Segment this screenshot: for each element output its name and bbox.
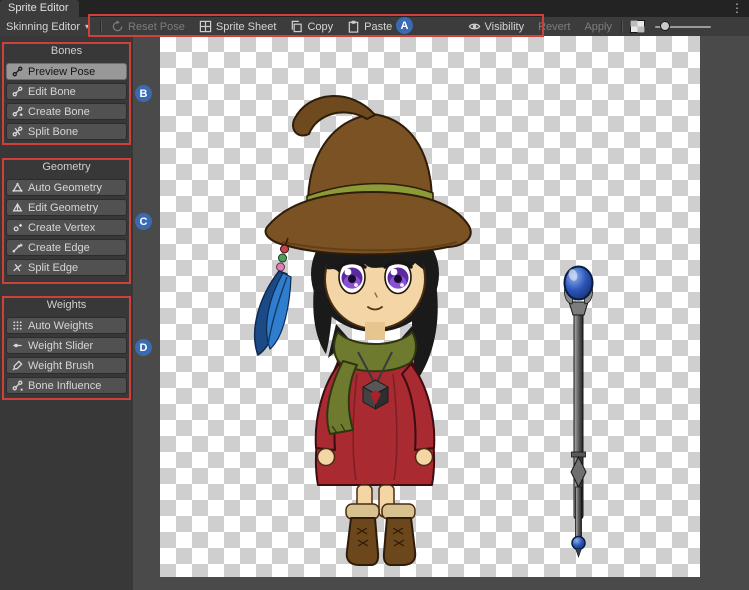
witch-hat xyxy=(266,96,471,254)
auto-weights-label: Auto Weights xyxy=(28,320,93,332)
toolbar-slider-knob[interactable] xyxy=(660,21,670,31)
create-edge-label: Create Edge xyxy=(28,242,90,254)
preview-pose-icon xyxy=(12,66,23,77)
weight-slider-button[interactable]: Weight Slider xyxy=(6,337,127,354)
create-vertex-icon xyxy=(12,222,23,233)
revert-label: Revert xyxy=(538,21,570,33)
bone-influence-button[interactable]: Bone Influence xyxy=(6,377,127,394)
split-edge-icon xyxy=(12,262,23,273)
create-bone-button[interactable]: Create Bone xyxy=(6,103,127,120)
staff-end-gem xyxy=(572,537,585,550)
toolbar-separator xyxy=(621,21,623,33)
copy-button[interactable]: Copy xyxy=(283,17,340,36)
left-tool-panel: Bones Preview Pose Edit Bone Create Bone xyxy=(0,36,133,590)
paste-button[interactable]: Paste xyxy=(340,17,399,36)
visibility-label: Visibility xyxy=(485,21,525,33)
sprite-canvas-art xyxy=(160,36,700,577)
geometry-panel-title: Geometry xyxy=(6,160,127,174)
create-bone-icon xyxy=(12,106,23,117)
auto-geometry-button[interactable]: Auto Geometry xyxy=(6,179,127,196)
reset-pose-icon xyxy=(111,20,124,33)
visibility-button[interactable]: Visibility xyxy=(461,17,532,36)
toolbar: Skinning Editor ▾ Reset Pose Sprite Shee… xyxy=(0,17,749,37)
edit-bone-icon xyxy=(12,86,23,97)
copy-label: Copy xyxy=(307,21,333,33)
bones-panel: Bones Preview Pose Edit Bone Create Bone xyxy=(6,44,127,143)
edit-bone-button[interactable]: Edit Bone xyxy=(6,83,127,100)
weight-slider-label: Weight Slider xyxy=(28,340,93,352)
bones-panel-title: Bones xyxy=(6,44,127,58)
sprite-sheet-label: Sprite Sheet xyxy=(216,21,277,33)
neck xyxy=(365,322,385,340)
mode-dropdown[interactable]: Skinning Editor ▾ xyxy=(0,17,98,36)
create-edge-icon xyxy=(12,242,23,253)
toolbar-separator xyxy=(100,21,102,33)
weight-slider-icon xyxy=(12,340,23,351)
edit-geometry-button[interactable]: Edit Geometry xyxy=(6,199,127,216)
split-bone-label: Split Bone xyxy=(28,126,78,138)
create-vertex-button[interactable]: Create Vertex xyxy=(6,219,127,236)
left-eye xyxy=(339,261,365,294)
bone-influence-label: Bone Influence xyxy=(28,380,101,392)
weights-panel: Weights Auto Weights Weight Slider xyxy=(6,298,127,397)
sprite-texture-area[interactable] xyxy=(160,36,700,577)
sprite-sheet-icon xyxy=(199,20,212,33)
paste-icon xyxy=(347,20,360,33)
preview-pose-label: Preview Pose xyxy=(28,66,95,78)
create-vertex-label: Create Vertex xyxy=(28,222,95,234)
revert-button[interactable]: Revert xyxy=(531,17,577,36)
titlebar: Sprite Editor ⋮ xyxy=(0,0,749,17)
mode-dropdown-label: Skinning Editor xyxy=(6,21,80,33)
weight-brush-icon xyxy=(12,360,23,371)
apply-button[interactable]: Apply xyxy=(577,17,619,36)
split-edge-label: Split Edge xyxy=(28,262,78,274)
reset-pose-label: Reset Pose xyxy=(128,21,185,33)
canvas-viewport[interactable] xyxy=(133,36,749,590)
split-bone-button[interactable]: Split Bone xyxy=(6,123,127,140)
staff-sprite[interactable] xyxy=(564,267,592,558)
tab-sprite-editor[interactable]: Sprite Editor xyxy=(0,0,79,17)
sprite-sheet-button[interactable]: Sprite Sheet xyxy=(192,17,284,36)
sprite-editor-window: Sprite Editor ⋮ Skinning Editor ▾ Reset … xyxy=(0,0,749,590)
edit-bone-label: Edit Bone xyxy=(28,86,76,98)
bone-influence-icon xyxy=(12,380,23,391)
visibility-eye-icon xyxy=(468,20,481,33)
toolbar-slider[interactable] xyxy=(655,17,711,36)
geometry-panel: Geometry Auto Geometry Edit Geometry Cre… xyxy=(6,160,127,279)
preview-pose-button[interactable]: Preview Pose xyxy=(6,63,127,80)
split-bone-icon xyxy=(12,126,23,137)
auto-weights-button[interactable]: Auto Weights xyxy=(6,317,127,334)
feather-charm xyxy=(255,238,291,355)
weight-brush-button[interactable]: Weight Brush xyxy=(6,357,127,374)
create-bone-label: Create Bone xyxy=(28,106,90,118)
weight-brush-label: Weight Brush xyxy=(28,360,94,372)
copy-icon xyxy=(290,20,303,33)
left-hand xyxy=(318,449,335,466)
staff-orb xyxy=(565,267,593,300)
chevron-down-icon: ▾ xyxy=(85,22,89,31)
create-edge-button[interactable]: Create Edge xyxy=(6,239,127,256)
reset-pose-button[interactable]: Reset Pose xyxy=(104,17,192,36)
apply-label: Apply xyxy=(584,21,612,33)
texture-swatch-icon[interactable] xyxy=(630,20,645,33)
edit-geometry-icon xyxy=(12,202,23,213)
right-eye xyxy=(385,261,411,294)
split-edge-button[interactable]: Split Edge xyxy=(6,259,127,276)
toolbar-right-group: Visibility Revert Apply xyxy=(461,17,711,36)
weights-panel-title: Weights xyxy=(6,298,127,312)
overflow-menu-icon[interactable]: ⋮ xyxy=(731,1,743,16)
auto-geometry-label: Auto Geometry xyxy=(28,182,102,194)
right-hand xyxy=(416,449,433,466)
character-sprite[interactable] xyxy=(255,96,471,565)
paste-label: Paste xyxy=(364,21,392,33)
auto-geometry-icon xyxy=(12,182,23,193)
edit-geometry-label: Edit Geometry xyxy=(28,202,98,214)
auto-weights-icon xyxy=(12,320,23,331)
